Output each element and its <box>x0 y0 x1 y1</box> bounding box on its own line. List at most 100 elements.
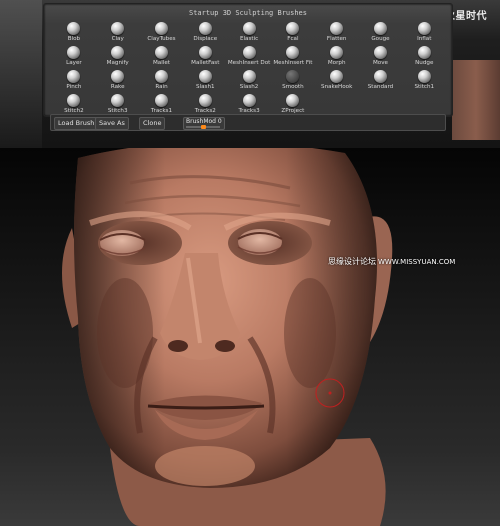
brush-label: Stitch1 <box>414 84 435 90</box>
brush-gouge[interactable]: Gouge <box>359 22 403 46</box>
brush-flatten[interactable]: Flatten <box>315 22 359 46</box>
brush-slash2[interactable]: Slash2 <box>227 70 271 94</box>
brush-displace[interactable]: Displace <box>183 22 227 46</box>
brush-grid: Blob Clay ClayTubes Displace Elastic Fcal Flat… <box>52 22 447 118</box>
brush-label: Slash2 <box>239 84 259 90</box>
brush-icon <box>67 22 81 35</box>
brush-label: Elastic <box>239 36 259 42</box>
top-left-decor <box>0 0 42 148</box>
brush-label: Layer <box>66 60 82 66</box>
brush-icon <box>154 22 168 35</box>
brush-icon <box>330 46 344 59</box>
load-brush-button[interactable]: Load Brush <box>54 117 99 130</box>
brush-label: Rain <box>155 84 168 90</box>
brush-icon <box>67 94 81 107</box>
brush-claytubes[interactable]: ClayTubes <box>140 22 184 46</box>
brush-icon <box>330 22 344 35</box>
brush-icon <box>242 46 256 59</box>
brush-morph[interactable]: Morph <box>315 46 359 70</box>
brush-layer[interactable]: Layer <box>52 46 96 70</box>
brush-label: Nudge <box>415 60 434 66</box>
brush-label: Pinch <box>66 84 82 90</box>
brush-label: MalletFast <box>191 60 220 66</box>
brush-label: Fcal <box>287 36 299 42</box>
brush-icon <box>417 70 431 83</box>
brush-icon <box>286 46 300 59</box>
brush-icon <box>198 46 212 59</box>
brush-icon <box>198 22 212 35</box>
brush-label: Clay <box>111 36 124 42</box>
brush-icon <box>286 22 300 35</box>
brush-clay[interactable]: Clay <box>96 22 140 46</box>
watermark: 思缘设计论坛 WWW.MISSYUAN.COM <box>328 256 455 267</box>
brush-label: Smooth <box>282 84 304 90</box>
brush-label: Rake <box>110 84 125 90</box>
brush-label: ClayTubes <box>147 36 176 42</box>
brush-malletfast[interactable]: MalletFast <box>183 46 227 70</box>
brush-smooth[interactable]: Smooth <box>271 70 315 94</box>
brush-icon <box>67 70 81 83</box>
brush-icon <box>417 46 431 59</box>
brush-label: Magnify <box>106 60 129 66</box>
brushmod-slider[interactable]: BrushMod 0 <box>183 117 225 130</box>
brush-meshinsert-dot[interactable]: MeshInsert Dot <box>227 46 271 70</box>
clone-button[interactable]: Clone <box>139 117 166 130</box>
brushmod-knob[interactable] <box>200 125 206 129</box>
brush-icon <box>111 94 125 107</box>
brush-label: SnakeHook <box>321 84 353 90</box>
brush-label: MeshInsert Fit <box>273 60 313 66</box>
sculpted-head <box>62 148 393 526</box>
side-decor <box>452 60 500 140</box>
brush-icon <box>198 94 212 107</box>
brush-toolbar: Load Brush Save As Clone BrushMod 0 <box>50 114 446 131</box>
brush-move[interactable]: Move <box>359 46 403 70</box>
brush-icon <box>67 46 81 59</box>
brush-standard[interactable]: Standard <box>359 70 403 94</box>
brush-icon <box>242 94 256 107</box>
brush-label: Morph <box>327 60 346 66</box>
brush-label: Move <box>372 60 388 66</box>
brushmod-label: BrushMod 0 <box>186 118 222 125</box>
brush-label: Blob <box>67 36 81 42</box>
panel-title: Startup 3D Sculpting Brushes <box>188 9 307 17</box>
brush-icon <box>286 94 300 107</box>
brush-icon <box>242 70 256 83</box>
brush-icon <box>242 22 256 35</box>
brush-pinch[interactable]: Pinch <box>52 70 96 94</box>
brush-rain[interactable]: Rain <box>140 70 184 94</box>
brush-meshinsert-fit[interactable]: MeshInsert Fit <box>271 46 315 70</box>
brush-elastic[interactable]: Elastic <box>227 22 271 46</box>
brush-label: Flatten <box>326 36 347 42</box>
brush-icon <box>154 70 168 83</box>
brush-nudge[interactable]: Nudge <box>402 46 446 70</box>
brush-icon <box>111 70 125 83</box>
brush-icon <box>198 70 212 83</box>
brush-icon <box>154 46 168 59</box>
brush-label: Standard <box>367 84 394 90</box>
brush-rake[interactable]: Rake <box>96 70 140 94</box>
brush-label: Mallet <box>152 60 170 66</box>
brush-icon <box>373 70 387 83</box>
viewport[interactable] <box>0 148 500 526</box>
brush-icon <box>286 70 300 83</box>
brush-magnify[interactable]: Magnify <box>96 46 140 70</box>
chin <box>155 446 255 486</box>
brush-label: MeshInsert Dot <box>227 60 271 66</box>
brush-inflat[interactable]: Inflat <box>402 22 446 46</box>
brush-icon <box>154 94 168 107</box>
brush-icon <box>111 46 125 59</box>
brush-mallet[interactable]: Mallet <box>140 46 184 70</box>
save-as-button[interactable]: Save As <box>95 117 129 130</box>
brush-icon <box>111 22 125 35</box>
brush-icon <box>417 22 431 35</box>
brush-blob[interactable]: Blob <box>52 22 96 46</box>
brush-label: Inflat <box>417 36 432 42</box>
watermark-url: WWW.MISSYUAN.COM <box>378 258 456 266</box>
brush-icon <box>373 22 387 35</box>
brush-icon <box>373 46 387 59</box>
brush-snakehook[interactable]: SnakeHook <box>315 70 359 94</box>
brush-fcal[interactable]: Fcal <box>271 22 315 46</box>
brush-slash1[interactable]: Slash1 <box>183 70 227 94</box>
brush-stitch1[interactable]: Stitch1 <box>402 70 446 94</box>
brush-icon <box>330 70 344 83</box>
